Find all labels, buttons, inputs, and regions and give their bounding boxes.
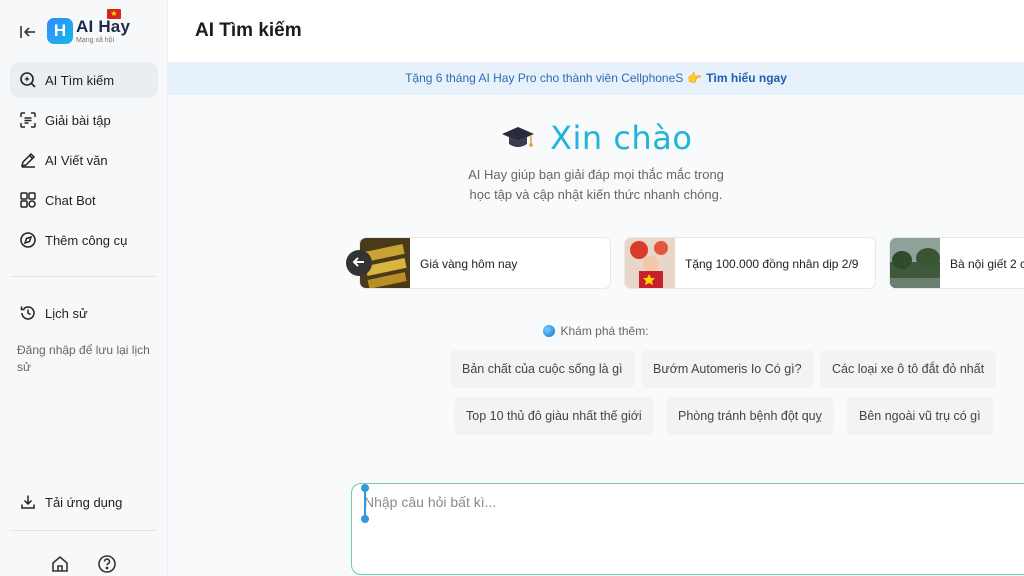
card-label: Tặng 100.000 đồng nhân dịp 2/9 xyxy=(685,257,859,271)
promo-banner: Tặng 6 tháng AI Hay Pro cho thành viên C… xyxy=(168,62,1024,95)
sidebar-item-chat-bot[interactable]: Chat Bot xyxy=(10,182,158,218)
main-content: Xin chào AI Hay giúp bạn giải đáp mọi th… xyxy=(168,95,1024,576)
vietnam-flag-icon: ★ xyxy=(107,9,121,19)
sidebar-item-more-tools[interactable]: Thêm công cụ xyxy=(10,222,158,258)
sidebar-item-history[interactable]: Lịch sử xyxy=(10,295,158,331)
suggestion-chip[interactable]: Bướm Automeris Io Có gì? xyxy=(641,350,814,388)
greeting-subtitle-line: AI Hay giúp bạn giải đáp mọi thắc mắc tr… xyxy=(468,167,724,182)
page-title: AI Tìm kiếm xyxy=(195,20,302,41)
greeting-title: Xin chào xyxy=(550,119,693,157)
question-input[interactable] xyxy=(364,494,1004,534)
card-thumbnail xyxy=(625,238,675,288)
promo-text: Tặng 6 tháng AI Hay Pro cho thành viên C… xyxy=(405,71,684,85)
sidebar-item-label: Thêm công cụ xyxy=(45,232,128,248)
sidebar-divider xyxy=(10,276,156,277)
sidebar-item-label: Lịch sử xyxy=(45,305,88,321)
trending-card[interactable]: Bà nội giết 2 c xyxy=(889,237,1024,289)
sidebar-footer xyxy=(0,552,168,576)
sidebar-item-label: Giải bài tập xyxy=(45,112,111,128)
promo-learn-more-link[interactable]: Tìm hiểu ngay xyxy=(706,71,787,85)
brand-name[interactable]: AI Hay xyxy=(76,17,130,37)
grid-bot-icon xyxy=(20,192,36,208)
arrow-left-icon xyxy=(352,257,364,267)
suggestion-chip[interactable]: Bên ngoài vũ trụ có gì xyxy=(847,397,993,435)
trending-card[interactable]: Giá vàng hôm nay xyxy=(359,237,611,289)
sidebar: H AI Hay Mạng xã hội ★ AI Tìm kiếm Giải … xyxy=(0,0,168,576)
trending-card[interactable]: Tặng 100.000 đồng nhân dịp 2/9 xyxy=(624,237,876,289)
globe-icon xyxy=(543,325,556,337)
suggestion-chip[interactable]: Phòng tránh bệnh đột quỵ xyxy=(666,397,834,435)
selection-handle-icon xyxy=(361,515,369,523)
collapse-sidebar-icon[interactable] xyxy=(18,22,38,42)
brand-tagline: Mạng xã hội xyxy=(76,37,115,44)
explore-more: Khám phá thêm: xyxy=(168,324,1024,338)
sidebar-item-label: Tải ứng dụng xyxy=(45,494,123,510)
sidebar-item-label: Chat Bot xyxy=(45,192,96,208)
graduation-cap-icon xyxy=(501,127,534,147)
carousel-prev-button[interactable] xyxy=(346,250,372,276)
history-icon xyxy=(20,306,35,320)
help-icon[interactable] xyxy=(97,554,117,574)
home-icon[interactable] xyxy=(50,554,70,574)
scan-text-icon xyxy=(20,112,36,128)
suggestion-chip[interactable]: Các loại xe ô tô đắt đỏ nhất xyxy=(820,350,997,388)
sidebar-item-ai-search[interactable]: AI Tìm kiếm xyxy=(10,62,158,98)
question-input-box[interactable] xyxy=(351,483,1024,575)
topbar: AI Tìm kiếm xyxy=(168,0,1024,62)
suggestion-chip[interactable]: Top 10 thủ đô giàu nhất thế giới xyxy=(454,397,654,435)
greeting-subtitle-line: học tập và cập nhật kiến thức nhanh chón… xyxy=(469,187,723,202)
download-icon xyxy=(21,495,35,509)
card-thumbnail xyxy=(890,238,940,288)
explore-label: Khám phá thêm: xyxy=(560,324,649,338)
card-label: Bà nội giết 2 c xyxy=(950,257,1024,271)
sidebar-item-download-app[interactable]: Tải ứng dụng xyxy=(10,484,158,520)
sidebar-item-label: AI Tìm kiếm xyxy=(45,72,115,88)
sidebar-item-homework[interactable]: Giải bài tập xyxy=(10,102,158,138)
search-ai-icon xyxy=(20,72,36,88)
pen-ruler-icon xyxy=(20,152,36,168)
history-login-note: Đăng nhập để lưu lại lịch sử xyxy=(17,343,150,374)
sidebar-item-ai-writing[interactable]: AI Viết văn xyxy=(10,142,158,178)
greeting-subtitle: AI Hay giúp bạn giải đáp mọi thắc mắc tr… xyxy=(168,165,1024,205)
logo-icon[interactable]: H xyxy=(47,18,73,44)
card-label: Giá vàng hôm nay xyxy=(420,257,518,271)
greeting: Xin chào xyxy=(168,119,1024,157)
sidebar-divider xyxy=(10,530,156,531)
suggestion-chip[interactable]: Bản chất của cuộc sống là gì xyxy=(450,350,635,388)
pointing-hand-icon: 👉 xyxy=(687,71,703,85)
logo-row: H AI Hay Mạng xã hội ★ xyxy=(0,8,168,52)
sidebar-item-label: AI Viết văn xyxy=(45,152,108,168)
compass-icon xyxy=(20,232,36,248)
